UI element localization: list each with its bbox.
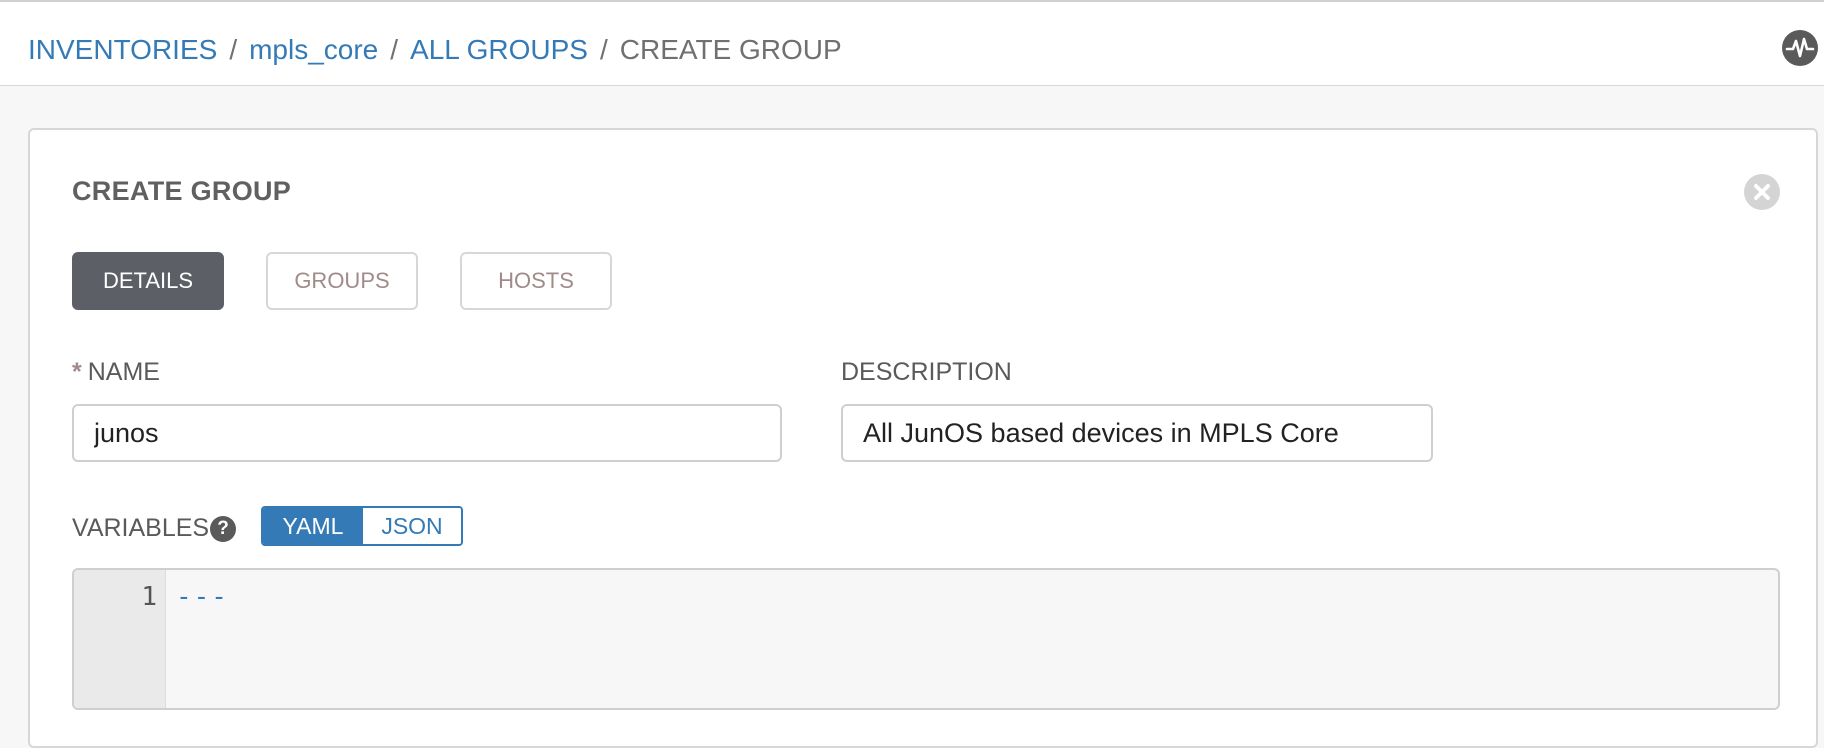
line-number: 1: [141, 582, 157, 612]
code-line[interactable]: ---: [176, 582, 229, 612]
close-icon[interactable]: [1744, 174, 1780, 210]
description-input[interactable]: [841, 404, 1433, 462]
yaml-toggle-button[interactable]: YAML: [263, 508, 363, 544]
breadcrumb: INVENTORIES / mpls_core / ALL GROUPS / CREATE …: [28, 32, 842, 68]
panel-title: CREATE GROUP: [72, 176, 292, 206]
tab-details[interactable]: DETAILS: [72, 252, 224, 310]
create-group-panel: CREATE GROUP DETAILS GROUPS HOSTS * NAME …: [28, 128, 1818, 748]
name-label-text: NAME: [87, 358, 160, 386]
breadcrumb-current: CREATE GROUP: [619, 34, 842, 65]
breadcrumb-all-groups-link[interactable]: ALL GROUPS: [410, 34, 588, 65]
name-input[interactable]: [72, 404, 782, 462]
breadcrumb-inventories-link[interactable]: INVENTORIES: [28, 34, 217, 65]
breadcrumb-separator: /: [599, 34, 608, 65]
tab-groups[interactable]: GROUPS: [266, 252, 418, 310]
variables-code-editor[interactable]: 1 ---: [72, 568, 1780, 710]
json-toggle-button[interactable]: JSON: [363, 508, 461, 544]
editor-gutter: 1: [74, 570, 166, 708]
description-label: DESCRIPTION: [841, 358, 1012, 386]
breadcrumb-separator: /: [390, 34, 399, 65]
activity-stream-icon[interactable]: [1782, 30, 1818, 66]
name-label: * NAME: [72, 358, 160, 387]
breadcrumb-inventory-link[interactable]: mpls_core: [249, 34, 378, 65]
top-bar: INVENTORIES / mpls_core / ALL GROUPS / CREATE …: [0, 0, 1824, 86]
variables-label: VARIABLES: [72, 514, 210, 542]
help-icon[interactable]: ?: [210, 516, 236, 542]
breadcrumb-separator: /: [229, 34, 238, 65]
variables-format-toggle: YAML JSON: [261, 506, 463, 546]
tab-hosts[interactable]: HOSTS: [460, 252, 612, 310]
required-marker: *: [72, 358, 82, 386]
